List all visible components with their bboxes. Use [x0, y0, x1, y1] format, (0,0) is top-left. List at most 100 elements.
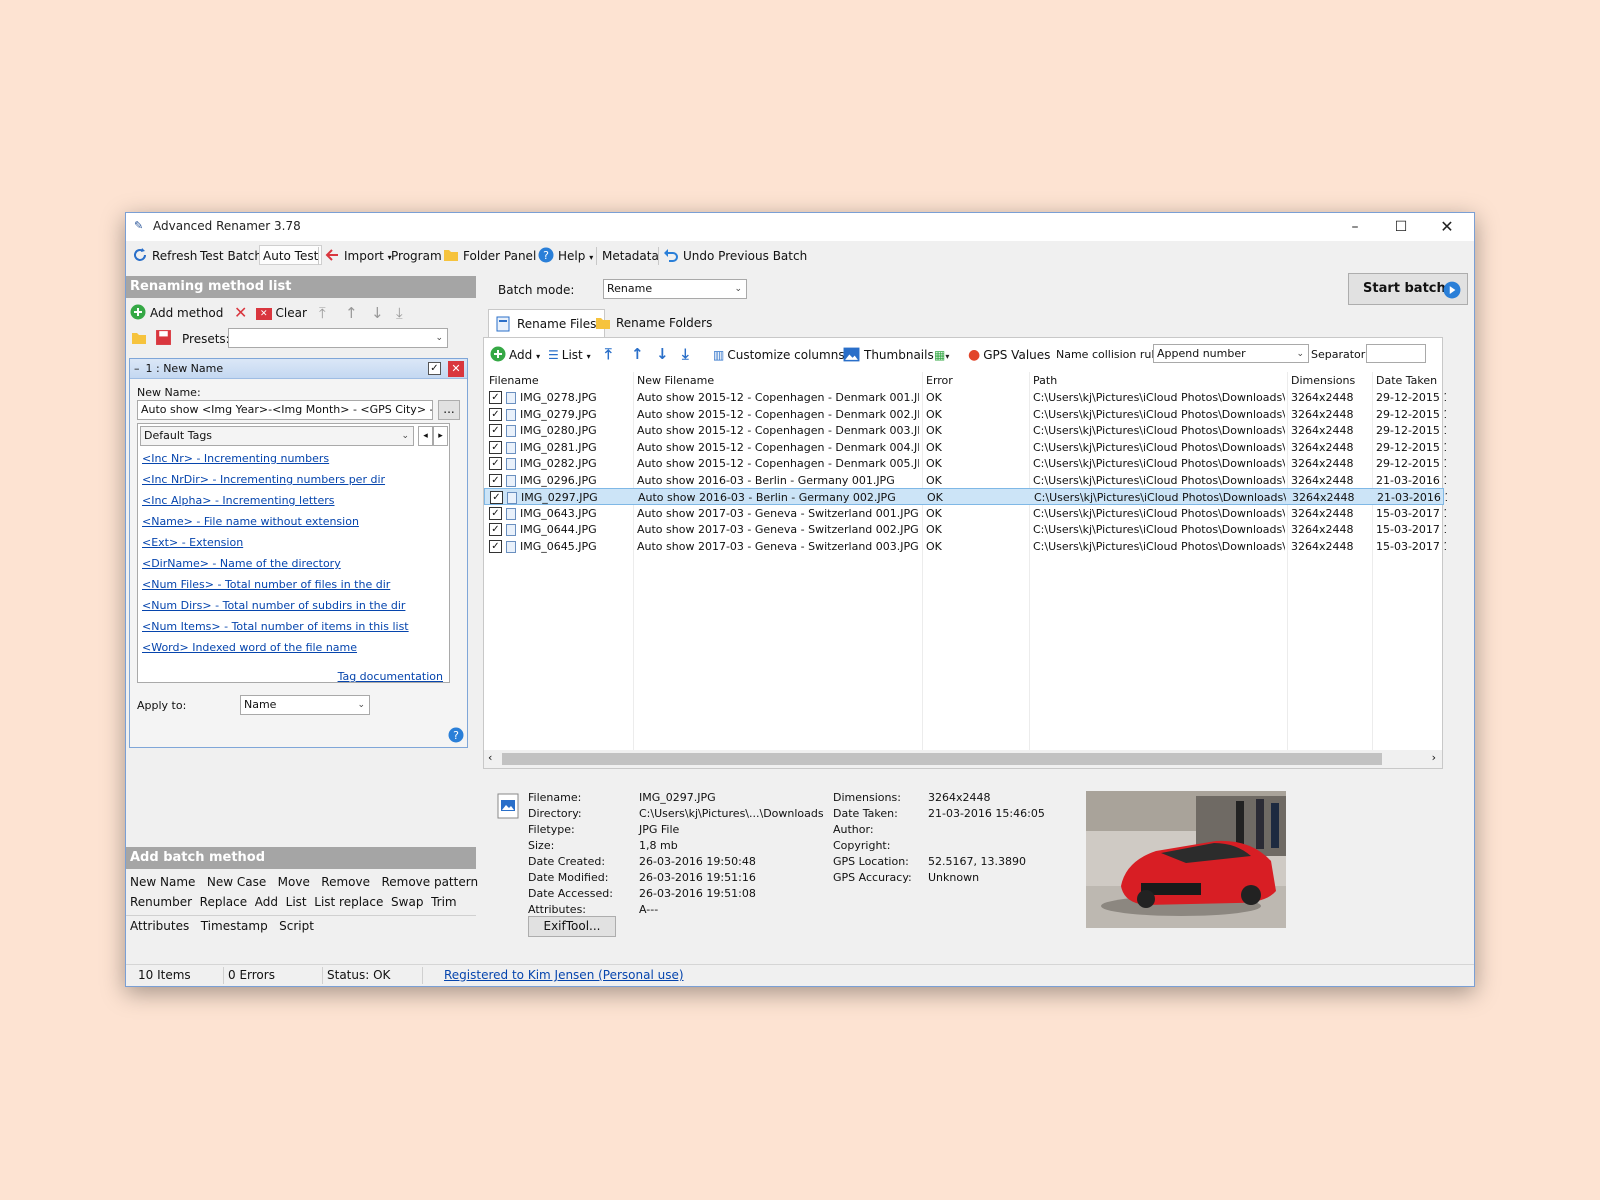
move-top-icon[interactable]: ⤒: [319, 303, 326, 323]
batch-method-attributes[interactable]: Attributes: [130, 919, 189, 933]
tag-link[interactable]: <Inc NrDir> - Incrementing numbers per d…: [142, 473, 385, 486]
tag-link[interactable]: <Num Files> - Total number of files in t…: [142, 578, 390, 591]
column-header-error[interactable]: Error: [926, 372, 953, 389]
browse-tags-button[interactable]: ...: [438, 400, 460, 420]
row-checkbox[interactable]: ✓: [489, 424, 502, 437]
row-checkbox[interactable]: ✓: [489, 539, 502, 553]
column-header-new-filename[interactable]: New Filename: [637, 372, 714, 389]
tag-link[interactable]: <Name> - File name without extension: [142, 515, 359, 528]
tag-link[interactable]: <Word> Indexed word of the file name: [142, 641, 357, 654]
help-icon[interactable]: ?: [448, 727, 464, 743]
tag-link[interactable]: <Inc Alpha> - Incrementing letters: [142, 494, 335, 507]
undo-batch-button[interactable]: Undo Previous Batch: [663, 246, 807, 266]
presets-select[interactable]: ⌄: [228, 328, 448, 348]
batch-method-move[interactable]: Move: [278, 875, 310, 889]
exiftool-button[interactable]: ExifTool...: [528, 916, 616, 937]
batch-method-remove[interactable]: Remove: [321, 875, 370, 889]
batch-method-swap[interactable]: Swap: [391, 895, 423, 909]
program-menu[interactable]: Program: [391, 246, 442, 266]
thumbnails-button[interactable]: Thumbnails: [843, 345, 934, 365]
folder-panel-button[interactable]: Folder Panel: [443, 246, 536, 266]
column-header-filename[interactable]: Filename: [489, 372, 539, 389]
batch-method-remove-pattern[interactable]: Remove pattern: [381, 875, 478, 889]
method-remove-icon[interactable]: ✕: [448, 361, 464, 377]
horizontal-scrollbar[interactable]: ‹ ›: [484, 750, 1442, 768]
row-checkbox[interactable]: ✓: [489, 523, 502, 536]
separator-input[interactable]: [1366, 344, 1426, 363]
table-row[interactable]: ✓ IMG_0281.JPG Auto show 2015-12 - Copenha…: [484, 439, 1446, 456]
new-name-input[interactable]: Auto show <Img Year>-<Img Month> - <GPS …: [137, 400, 433, 420]
row-checkbox[interactable]: ✓: [489, 391, 502, 404]
row-checkbox[interactable]: ✓: [489, 457, 502, 470]
gps-values-button[interactable]: ● GPS Values: [968, 345, 1050, 365]
open-folder-icon[interactable]: [130, 330, 148, 346]
batch-method-add[interactable]: Add: [255, 895, 278, 909]
customize-columns-button[interactable]: ▥ Customize columns: [713, 345, 845, 365]
metadata-button[interactable]: Metadata: [602, 246, 659, 266]
table-row[interactable]: ✓ IMG_0279.JPG Auto show 2015-12 - Copenha…: [484, 406, 1446, 423]
registration-link[interactable]: Registered to Kim Jensen (Personal use): [444, 968, 684, 982]
tag-link[interactable]: <Num Dirs> - Total number of subdirs in …: [142, 599, 405, 612]
move-down-icon[interactable]: ↓: [371, 303, 384, 323]
tag-link[interactable]: <Ext> - Extension: [142, 536, 243, 549]
move-bottom-icon[interactable]: ⤓: [682, 344, 689, 364]
tag-link[interactable]: <DirName> - Name of the directory: [142, 557, 341, 570]
batch-mode-select[interactable]: Rename ⌄: [603, 279, 747, 299]
apply-to-select[interactable]: Name ⌄: [240, 695, 370, 715]
tags-category-select[interactable]: Default Tags ⌄: [140, 426, 414, 446]
tags-prev-icon[interactable]: ◂: [418, 426, 433, 446]
batch-method-list-replace[interactable]: List replace: [314, 895, 383, 909]
maximize-button[interactable]: ☐: [1378, 213, 1424, 241]
table-row[interactable]: ✓ IMG_0282.JPG Auto show 2015-12 - Copenha…: [484, 455, 1446, 472]
scroll-right-icon[interactable]: ›: [1432, 751, 1436, 764]
method-header[interactable]: –1 : New Name ✓ ✕: [130, 359, 467, 379]
tags-next-icon[interactable]: ▸: [433, 426, 448, 446]
batch-method-new-case[interactable]: New Case: [207, 875, 266, 889]
move-bottom-icon[interactable]: ⤓: [396, 303, 403, 323]
tab-rename-folders[interactable]: Rename Folders: [588, 309, 720, 337]
batch-method-trim[interactable]: Trim: [431, 895, 457, 909]
batch-method-replace[interactable]: Replace: [200, 895, 247, 909]
move-top-icon[interactable]: ⤒: [605, 344, 612, 364]
help-menu[interactable]: ? Help ▾: [538, 246, 593, 266]
refresh-button[interactable]: Refresh: [132, 246, 197, 266]
batch-method-renumber[interactable]: Renumber: [130, 895, 192, 909]
start-batch-button[interactable]: Start batch: [1348, 273, 1468, 305]
tag-documentation-link[interactable]: Tag documentation: [338, 670, 443, 683]
tag-link[interactable]: <Num Items> - Total number of items in t…: [142, 620, 409, 633]
batch-method-timestamp[interactable]: Timestamp: [201, 919, 268, 933]
save-icon[interactable]: [155, 329, 172, 346]
column-header-date-taken[interactable]: Date Taken: [1376, 372, 1437, 389]
minimize-button[interactable]: –: [1332, 213, 1378, 241]
clear-button[interactable]: ✕ Clear: [256, 303, 307, 323]
move-up-icon[interactable]: ↑: [631, 344, 644, 364]
table-row[interactable]: ✓ IMG_0278.JPG Auto show 2015-12 - Copenha…: [484, 389, 1446, 406]
close-button[interactable]: ✕: [1424, 213, 1470, 241]
row-checkbox[interactable]: ✓: [489, 440, 502, 454]
add-files-menu[interactable]: Add ▾: [490, 345, 540, 365]
table-row[interactable]: ✓ IMG_0644.JPG Auto show 2017-03 - Geneva …: [484, 521, 1446, 538]
table-row[interactable]: ✓ IMG_0296.JPG Auto show 2016-03 - Berlin …: [484, 472, 1446, 489]
batch-method-list[interactable]: List: [286, 895, 307, 909]
row-checkbox[interactable]: ✓: [489, 473, 502, 487]
table-row[interactable]: ✓ IMG_0297.JPG Auto show 2016-03 - Berlin …: [484, 488, 1447, 505]
column-header-path[interactable]: Path: [1033, 372, 1057, 389]
table-row[interactable]: ✓ IMG_0280.JPG Auto show 2015-12 - Copenha…: [484, 422, 1446, 439]
column-header-dimensions[interactable]: Dimensions: [1291, 372, 1355, 389]
table-row[interactable]: ✓ IMG_0645.JPG Auto show 2017-03 - Geneva …: [484, 538, 1446, 555]
remove-method-icon[interactable]: ✕: [234, 303, 247, 323]
collision-rule-select[interactable]: Append number ⌄: [1153, 344, 1309, 363]
row-checkbox[interactable]: ✓: [489, 506, 502, 520]
row-checkbox[interactable]: ✓: [490, 491, 503, 504]
tag-link[interactable]: <Inc Nr> - Incrementing numbers: [142, 452, 329, 465]
scroll-left-icon[interactable]: ‹: [488, 751, 492, 764]
method-enabled-checkbox[interactable]: ✓: [428, 362, 441, 375]
import-menu[interactable]: Import ▾: [324, 246, 392, 266]
auto-test-toggle[interactable]: Auto Test: [259, 245, 323, 265]
collapse-icon[interactable]: –: [134, 362, 140, 375]
table-row[interactable]: ✓ IMG_0643.JPG Auto show 2017-03 - Geneva …: [484, 505, 1446, 522]
test-batch-button[interactable]: Test Batch: [200, 246, 262, 266]
view-options-icon[interactable]: ▦▾: [934, 345, 949, 365]
move-up-icon[interactable]: ↑: [345, 303, 358, 323]
row-checkbox[interactable]: ✓: [489, 407, 502, 421]
